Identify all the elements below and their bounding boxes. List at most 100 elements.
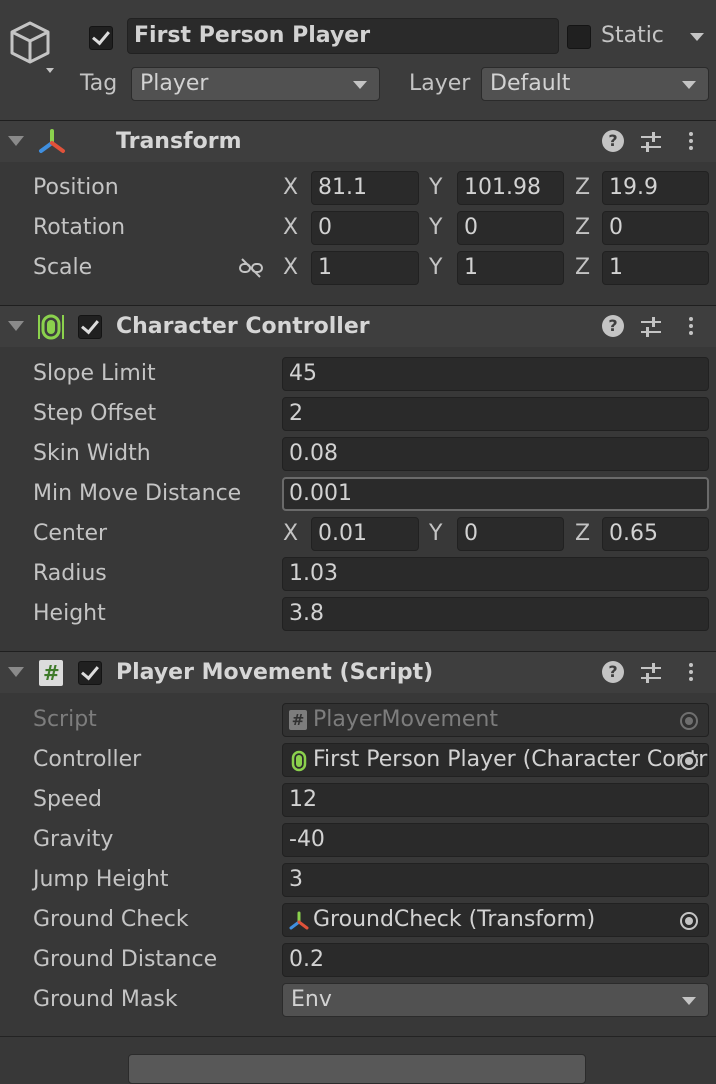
- header-actions: ?: [602, 315, 702, 339]
- center-x-axis[interactable]: X: [283, 514, 298, 554]
- static-label: Static: [601, 23, 664, 48]
- ground-check-value: GroundCheck (Transform): [313, 907, 596, 932]
- position-x-field[interactable]: 81.1: [311, 171, 419, 205]
- player-movement-header[interactable]: # Player Movement (Script) ?: [0, 651, 716, 693]
- rotation-x-axis[interactable]: X: [283, 208, 298, 248]
- speed-field[interactable]: 12: [282, 783, 709, 817]
- foldout-arrow-icon[interactable]: [8, 321, 24, 331]
- skin-width-field[interactable]: 0.08: [282, 437, 709, 471]
- checkmark-icon: [81, 661, 99, 681]
- jump-height-field[interactable]: 3: [282, 863, 709, 897]
- layer-dropdown[interactable]: Default: [481, 67, 709, 101]
- radius-field[interactable]: 1.03: [282, 557, 709, 591]
- static-dropdown-arrow[interactable]: [690, 33, 704, 41]
- scale-z-axis[interactable]: Z: [575, 248, 590, 288]
- script-label: Script: [33, 707, 97, 732]
- center-z-axis[interactable]: Z: [575, 514, 590, 554]
- skin-width-label: Skin Width: [33, 441, 151, 466]
- header-actions: ?: [602, 130, 702, 154]
- help-icon[interactable]: ?: [602, 661, 624, 683]
- character-controller-enabled-checkbox[interactable]: [78, 315, 102, 339]
- active-checkbox[interactable]: [89, 26, 113, 50]
- rotation-label: Rotation: [33, 215, 126, 240]
- position-x-axis[interactable]: X: [283, 168, 298, 208]
- rotation-x-value: 0: [318, 215, 332, 240]
- scale-x-field[interactable]: 1: [311, 251, 419, 285]
- ground-check-label: Ground Check: [33, 907, 189, 932]
- unlinked-scale-icon[interactable]: [239, 258, 263, 278]
- presets-sliders-icon[interactable]: [639, 662, 663, 684]
- tag-dropdown[interactable]: Player: [131, 67, 380, 101]
- gravity-label: Gravity: [33, 827, 114, 852]
- ground-distance-field[interactable]: 0.2: [282, 943, 709, 977]
- position-z-field[interactable]: 19.9: [602, 171, 709, 205]
- slope-limit-value: 45: [289, 361, 317, 386]
- help-icon[interactable]: ?: [602, 130, 624, 152]
- foldout-arrow-icon[interactable]: [8, 667, 24, 677]
- height-label: Height: [33, 601, 106, 626]
- ground-mask-dropdown[interactable]: Env: [282, 983, 709, 1017]
- player-movement-enabled-checkbox[interactable]: [78, 661, 102, 685]
- presets-sliders-icon[interactable]: [639, 131, 663, 153]
- position-y-field[interactable]: 101.98: [457, 171, 564, 205]
- transform-axes-icon: [38, 129, 66, 155]
- center-x-value: 0.01: [318, 521, 367, 546]
- center-label: Center: [33, 521, 108, 546]
- character-controller-header[interactable]: Character Controller ?: [0, 305, 716, 347]
- rotation-y-axis[interactable]: Y: [429, 208, 442, 248]
- position-y-axis[interactable]: Y: [429, 168, 442, 208]
- object-picker-icon[interactable]: [680, 912, 698, 930]
- ground-mask-label: Ground Mask: [33, 987, 178, 1012]
- header-actions: ?: [602, 661, 702, 685]
- tag-label: Tag: [80, 71, 118, 96]
- ground-check-field[interactable]: GroundCheck (Transform): [282, 903, 709, 937]
- scale-y-axis[interactable]: Y: [429, 248, 442, 288]
- transform-header[interactable]: Transform ?: [0, 120, 716, 162]
- gravity-field[interactable]: -40: [282, 823, 709, 857]
- controller-field[interactable]: First Person Player (Character Controlle…: [282, 743, 709, 777]
- step-offset-label: Step Offset: [33, 401, 157, 426]
- script-value: PlayerMovement: [313, 707, 498, 732]
- scale-label: Scale: [33, 255, 93, 280]
- presets-sliders-icon[interactable]: [639, 316, 663, 338]
- kebab-menu-icon[interactable]: [688, 130, 694, 154]
- position-z-value: 19.9: [609, 175, 658, 200]
- add-component-button[interactable]: [128, 1054, 586, 1084]
- height-field[interactable]: 3.8: [282, 597, 709, 631]
- kebab-menu-icon[interactable]: [688, 661, 694, 685]
- foldout-arrow-icon[interactable]: [8, 136, 24, 146]
- controller-label: Controller: [33, 747, 142, 772]
- object-picker-icon[interactable]: [680, 752, 698, 770]
- min-move-distance-field[interactable]: 0.001: [282, 477, 709, 511]
- cube-icon[interactable]: [8, 20, 54, 76]
- gameobject-header: First Person Player Static Tag Player La…: [0, 0, 716, 120]
- speed-label: Speed: [33, 787, 102, 812]
- rotation-y-value: 0: [464, 215, 478, 240]
- help-icon[interactable]: ?: [602, 315, 624, 337]
- min-move-distance-label: Min Move Distance: [33, 481, 242, 506]
- rotation-z-axis[interactable]: Z: [575, 208, 590, 248]
- checkmark-icon: [81, 315, 99, 335]
- center-z-value: 0.65: [609, 521, 658, 546]
- slope-limit-field[interactable]: 45: [282, 357, 709, 391]
- scale-x-axis[interactable]: X: [283, 248, 298, 288]
- object-name-input[interactable]: First Person Player: [127, 18, 559, 54]
- rotation-y-field[interactable]: 0: [457, 211, 564, 245]
- step-offset-field[interactable]: 2: [282, 397, 709, 431]
- position-z-axis[interactable]: Z: [575, 168, 590, 208]
- checkmark-icon: [92, 26, 110, 46]
- kebab-menu-icon[interactable]: [688, 315, 694, 339]
- layer-value: Default: [490, 71, 571, 96]
- scale-z-field[interactable]: 1: [602, 251, 709, 285]
- character-controller-icon: [291, 750, 307, 772]
- center-x-field[interactable]: 0.01: [311, 517, 419, 551]
- character-controller-icon: [38, 313, 64, 341]
- center-z-field[interactable]: 0.65: [602, 517, 709, 551]
- scale-y-field[interactable]: 1: [457, 251, 564, 285]
- ground-distance-label: Ground Distance: [33, 947, 218, 972]
- center-y-axis[interactable]: Y: [429, 514, 442, 554]
- center-y-field[interactable]: 0: [457, 517, 564, 551]
- rotation-z-field[interactable]: 0: [602, 211, 709, 245]
- rotation-x-field[interactable]: 0: [311, 211, 419, 245]
- static-checkbox[interactable]: [567, 25, 591, 49]
